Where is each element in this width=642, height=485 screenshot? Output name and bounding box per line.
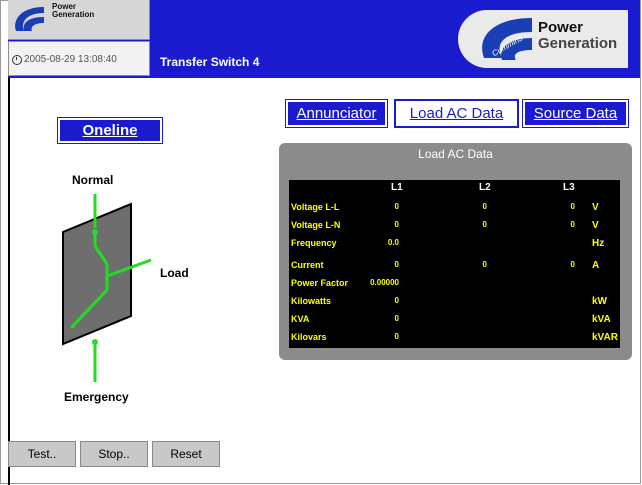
row-value-l3: 0 bbox=[570, 260, 575, 269]
row-label: Power Factor bbox=[291, 278, 349, 288]
row-label: Voltage L-N bbox=[291, 220, 341, 230]
row-label: Frequency bbox=[291, 238, 337, 248]
data-table: L1 L2 L3 Voltage L-L 0 0 0 V Voltage L-N… bbox=[289, 180, 620, 348]
table-row: Frequency 0.0 Hz bbox=[289, 238, 620, 254]
datetime-box: 2005-08-29 13:08:40 bbox=[8, 41, 150, 76]
load-label: Load bbox=[160, 266, 189, 280]
brand-small-line2: Generation bbox=[52, 10, 95, 19]
row-unit: kW bbox=[592, 296, 607, 307]
row-label: Voltage L-L bbox=[291, 202, 340, 212]
cummins-badge-icon: Cummins bbox=[482, 18, 532, 60]
stop-button[interactable]: Stop.. bbox=[80, 441, 148, 467]
table-row: Kilovars 0 kVAR bbox=[289, 332, 620, 348]
row-unit: V bbox=[592, 202, 599, 213]
row-value-l1: 0 bbox=[394, 314, 399, 323]
switch-panel-shape bbox=[62, 202, 132, 346]
row-value-l1: 0 bbox=[394, 332, 399, 341]
row-value-l3: 0 bbox=[570, 202, 575, 211]
row-unit: kVA bbox=[592, 314, 611, 325]
row-unit: Hz bbox=[592, 238, 605, 249]
row-value-l1: 0 bbox=[394, 220, 399, 229]
table-row: Voltage L-L 0 0 0 V bbox=[289, 202, 620, 218]
row-label: Current bbox=[291, 260, 324, 270]
table-row: Power Factor 0.00000 bbox=[289, 278, 620, 294]
annunciator-button[interactable]: Annunciator bbox=[286, 100, 387, 127]
table-row: Kilowatts 0 kW bbox=[289, 296, 620, 312]
brand-logo-large: Cummins Power Generation bbox=[458, 10, 628, 68]
load-ac-data-panel: Load AC Data L1 L2 L3 Voltage L-L 0 0 0 … bbox=[279, 143, 632, 360]
source-data-button[interactable]: Source Data bbox=[523, 100, 628, 127]
transfer-switch-diagram bbox=[62, 194, 152, 382]
table-row: Voltage L-N 0 0 0 V bbox=[289, 220, 620, 236]
test-button[interactable]: Test.. bbox=[8, 441, 76, 467]
row-value-l1: 0 bbox=[394, 202, 399, 211]
screen-title: Transfer Switch 4 bbox=[160, 55, 260, 69]
table-row: KVA 0 kVA bbox=[289, 314, 620, 330]
row-value-l2: 0 bbox=[482, 260, 487, 269]
oneline-button[interactable]: Oneline bbox=[58, 118, 162, 143]
column-header-l1: L1 bbox=[391, 182, 403, 193]
left-divider bbox=[8, 78, 10, 485]
normal-label: Normal bbox=[72, 173, 114, 187]
emergency-label: Emergency bbox=[64, 390, 129, 404]
row-value-l1: 0 bbox=[394, 260, 399, 269]
row-label: Kilovars bbox=[291, 332, 327, 342]
column-header-l2: L2 bbox=[479, 182, 491, 193]
brand-logo-small: Power Generation bbox=[8, 0, 150, 40]
row-label: Kilowatts bbox=[291, 296, 332, 306]
datetime-text: 2005-08-29 13:08:40 bbox=[24, 54, 117, 65]
row-value-l3: 0 bbox=[570, 220, 575, 229]
column-header-l3: L3 bbox=[563, 182, 575, 193]
row-value-l2: 0 bbox=[482, 220, 487, 229]
row-label: KVA bbox=[291, 314, 310, 324]
logo-text-line2: Generation bbox=[538, 35, 618, 52]
row-value-l2: 0 bbox=[482, 202, 487, 211]
reset-button[interactable]: Reset bbox=[152, 441, 220, 467]
table-row: Current 0 0 0 A bbox=[289, 260, 620, 276]
row-value-l1: 0.00000 bbox=[370, 278, 399, 287]
row-value-l1: 0 bbox=[394, 296, 399, 305]
panel-title: Load AC Data bbox=[418, 147, 493, 161]
clock-icon bbox=[12, 55, 22, 65]
logo-text-line1: Power bbox=[538, 19, 584, 36]
row-unit: A bbox=[592, 260, 600, 271]
load-ac-data-button[interactable]: Load AC Data bbox=[395, 100, 518, 127]
row-value-l1: 0.0 bbox=[387, 238, 399, 247]
cummins-logo-icon bbox=[15, 7, 44, 31]
row-unit: kVAR bbox=[592, 332, 618, 343]
row-unit: V bbox=[592, 220, 599, 231]
